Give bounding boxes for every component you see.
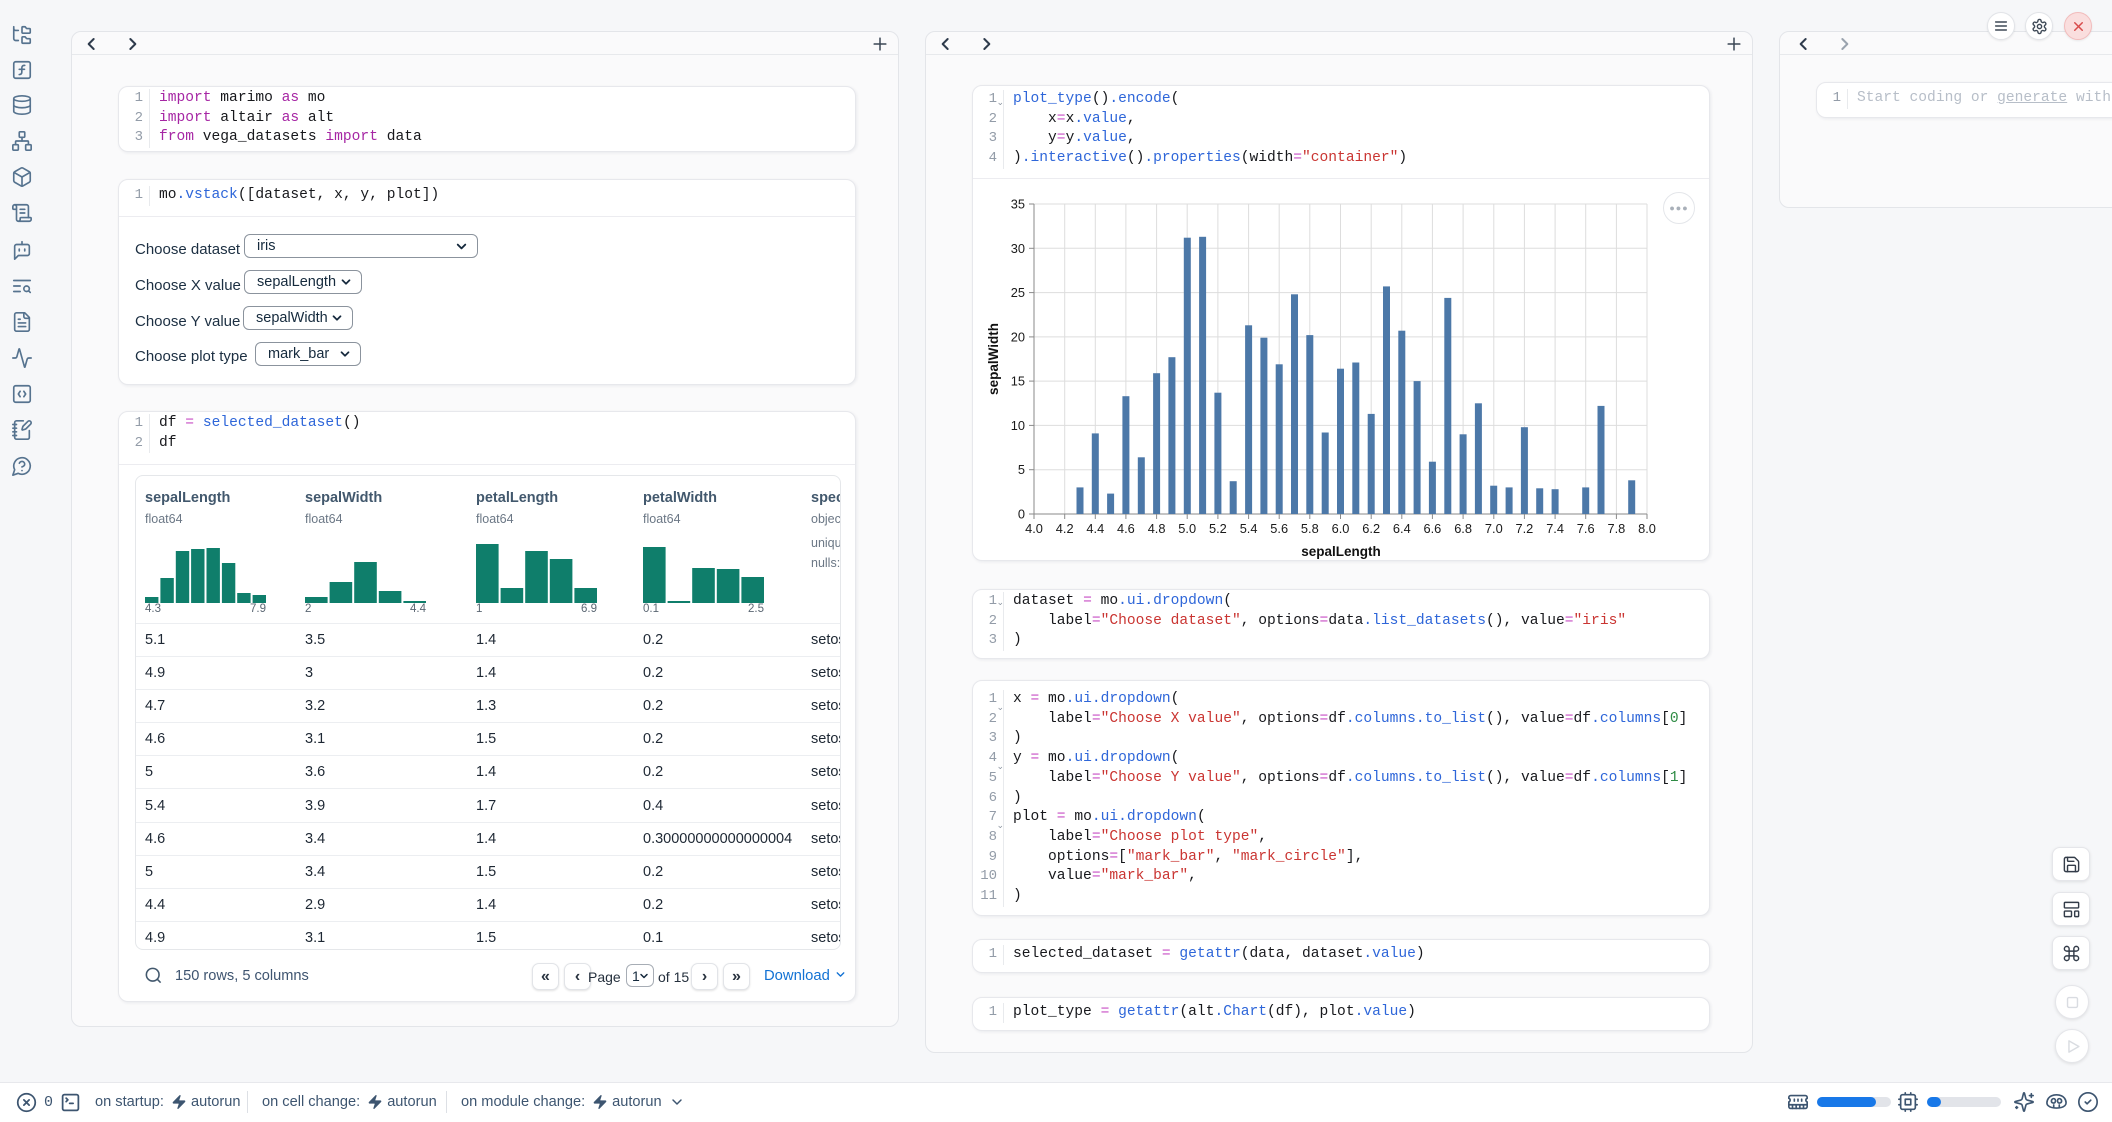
svg-text:7.4: 7.4 (1546, 521, 1564, 536)
svg-text:5.4: 5.4 (1240, 521, 1258, 536)
svg-text:35: 35 (1011, 197, 1025, 212)
svg-text:0: 0 (1018, 507, 1025, 522)
svg-text:15: 15 (1011, 374, 1025, 389)
svg-text:7.0: 7.0 (1485, 521, 1503, 536)
svg-text:5.6: 5.6 (1270, 521, 1288, 536)
svg-text:4.4: 4.4 (1086, 521, 1104, 536)
svg-text:6.6: 6.6 (1424, 521, 1442, 536)
svg-text:4.2: 4.2 (1056, 521, 1074, 536)
svg-text:5.2: 5.2 (1209, 521, 1227, 536)
svg-text:6.2: 6.2 (1362, 521, 1380, 536)
svg-text:5.0: 5.0 (1178, 521, 1196, 536)
svg-text:6.4: 6.4 (1393, 521, 1411, 536)
svg-text:sepalWidth: sepalWidth (986, 323, 1001, 395)
svg-text:25: 25 (1011, 285, 1025, 300)
svg-text:sepalLength: sepalLength (1301, 544, 1381, 559)
svg-text:4.8: 4.8 (1148, 521, 1166, 536)
svg-text:5: 5 (1018, 462, 1025, 477)
svg-text:7.2: 7.2 (1516, 521, 1534, 536)
svg-text:4.6: 4.6 (1117, 521, 1135, 536)
svg-text:20: 20 (1011, 329, 1025, 344)
svg-text:6.0: 6.0 (1332, 521, 1350, 536)
svg-text:4.0: 4.0 (1025, 521, 1043, 536)
svg-text:8.0: 8.0 (1638, 521, 1656, 536)
svg-text:7.8: 7.8 (1608, 521, 1626, 536)
svg-text:5.8: 5.8 (1301, 521, 1319, 536)
svg-text:10: 10 (1011, 418, 1025, 433)
svg-text:30: 30 (1011, 241, 1025, 256)
svg-text:6.8: 6.8 (1454, 521, 1472, 536)
svg-text:7.6: 7.6 (1577, 521, 1595, 536)
